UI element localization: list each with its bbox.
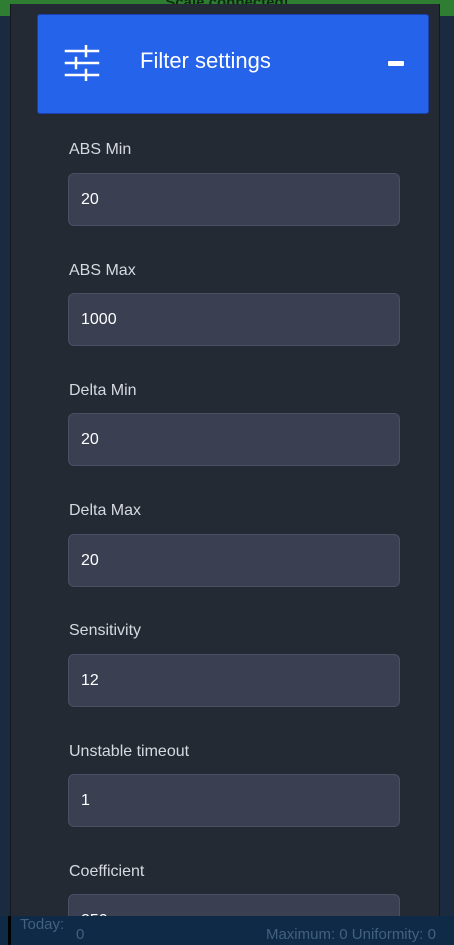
- abs-min-label: ABS Min: [69, 141, 132, 158]
- sensitivity-input[interactable]: [68, 654, 400, 707]
- unstable-timeout-input[interactable]: [68, 774, 400, 827]
- delta-min-input[interactable]: [68, 413, 400, 466]
- delta-min-label: Delta Min: [69, 382, 137, 399]
- panel-title: Filter settings: [140, 48, 271, 73]
- today-label: Today:: [20, 916, 65, 933]
- delta-max-label: Delta Max: [69, 502, 142, 519]
- abs-max-input[interactable]: [68, 293, 400, 346]
- delta-max-input[interactable]: [68, 534, 400, 587]
- coefficient-label: Coefficient: [69, 863, 145, 880]
- today-value: 0: [76, 926, 85, 943]
- abs-min-input[interactable]: [68, 173, 400, 226]
- summary-bar: Today: 0 Maximum: 0 Uniformity: 0: [0, 916, 454, 945]
- abs-max-label: ABS Max: [69, 262, 136, 279]
- filter-settings-panel: Filter settings ABS Min ABS Max Delta Mi…: [10, 4, 440, 916]
- sliders-icon: [64, 45, 100, 81]
- unstable-timeout-label: Unstable timeout: [69, 743, 190, 760]
- summary-accent: [8, 916, 11, 945]
- coefficient-input[interactable]: [68, 894, 400, 916]
- panel-header[interactable]: Filter settings: [37, 14, 429, 114]
- minus-icon: [388, 61, 404, 66]
- stats-text: Maximum: 0 Uniformity: 0: [265, 926, 436, 943]
- collapse-button[interactable]: [382, 49, 412, 79]
- sensitivity-label: Sensitivity: [69, 622, 142, 639]
